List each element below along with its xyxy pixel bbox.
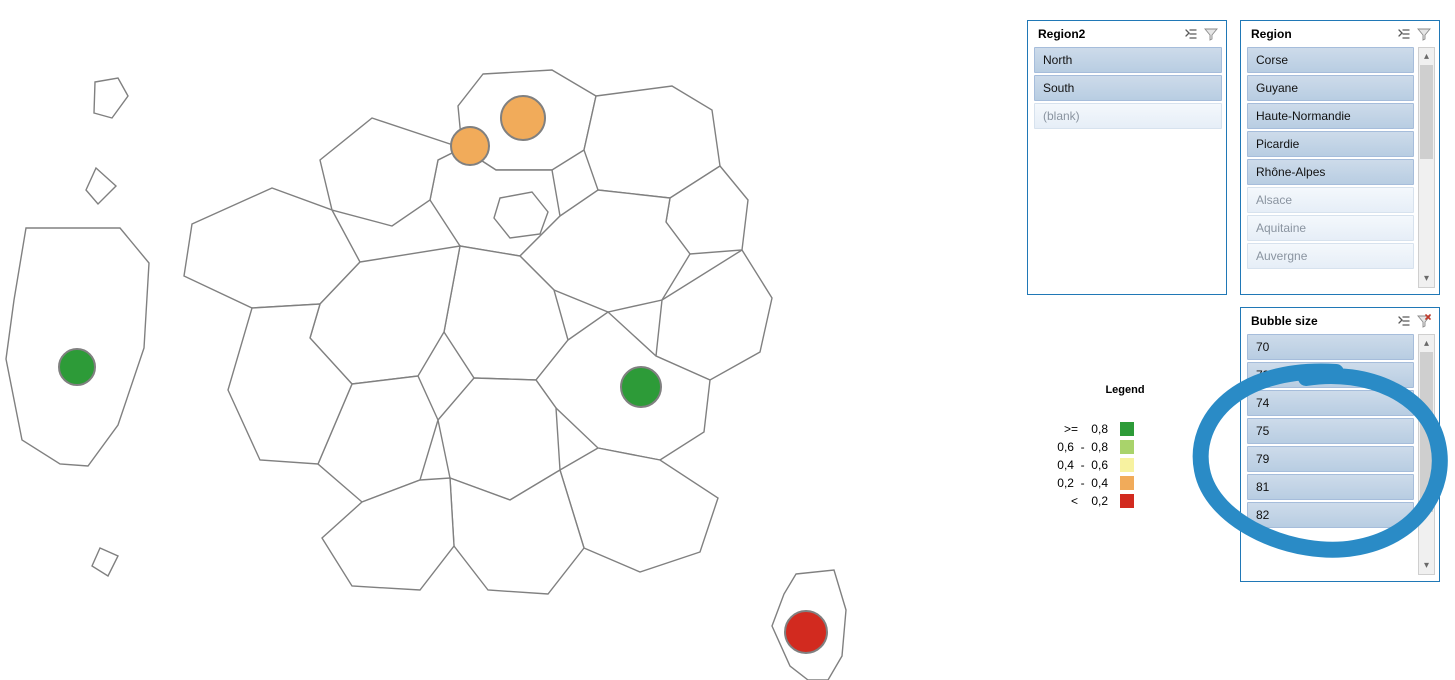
slicer-item[interactable]: 81 xyxy=(1247,474,1414,500)
multiselect-icon[interactable] xyxy=(1395,25,1413,43)
slicer-region: Region CorseGuyaneHaute-NormandiePicardi… xyxy=(1240,20,1440,295)
scroll-up-icon[interactable]: ▴ xyxy=(1419,48,1434,65)
legend-title: Legend xyxy=(1042,384,1208,396)
slicer-item[interactable]: 73 xyxy=(1247,362,1414,388)
map-chart xyxy=(0,0,1020,680)
legend-label: >= 0,8 xyxy=(1038,422,1120,436)
legend-label: < 0,2 xyxy=(1038,494,1120,508)
slicer-item[interactable]: Corse xyxy=(1247,47,1414,73)
slicer-item[interactable]: 75 xyxy=(1247,418,1414,444)
legend-row: 0,6 - 0,8 xyxy=(1038,438,1208,455)
bubble-picardie[interactable] xyxy=(501,96,545,140)
slicer-item[interactable]: 82 xyxy=(1247,502,1414,528)
slicer-item[interactable]: Haute-Normandie xyxy=(1247,103,1414,129)
legend-swatch xyxy=(1120,476,1134,490)
islet-west xyxy=(94,78,128,118)
scroll-up-icon[interactable]: ▴ xyxy=(1419,335,1434,352)
legend-swatch xyxy=(1120,440,1134,454)
bubble-haute-normandie[interactable] xyxy=(451,127,489,165)
legend-swatch xyxy=(1120,422,1134,436)
slicer-item[interactable]: Picardie xyxy=(1247,131,1414,157)
clear-filter-icon[interactable] xyxy=(1202,25,1220,43)
bubble-guyane[interactable] xyxy=(59,349,95,385)
slicer-item[interactable]: Alsace xyxy=(1247,187,1414,213)
legend-row: 0,2 - 0,4 xyxy=(1038,474,1208,491)
scroll-down-icon[interactable]: ▾ xyxy=(1419,270,1434,287)
slicer-title: Region xyxy=(1247,27,1393,41)
slicer-item[interactable]: Rhône-Alpes xyxy=(1247,159,1414,185)
slicer-item[interactable]: Guyane xyxy=(1247,75,1414,101)
legend-row: >= 0,8 xyxy=(1038,420,1208,437)
bubble-rh-ne-alpes[interactable] xyxy=(621,367,661,407)
slicer-header: Region xyxy=(1241,21,1439,47)
legend-swatch xyxy=(1120,458,1134,472)
scrollbar[interactable]: ▴ ▾ xyxy=(1418,334,1435,575)
legend: Legend >= 0,8 0,6 - 0,8 0,4 - 0,6 0,2 - 0,4… xyxy=(1038,384,1208,509)
legend-label: 0,2 - 0,4 xyxy=(1038,476,1120,490)
multiselect-icon[interactable] xyxy=(1395,312,1413,330)
slicer-title: Bubble size xyxy=(1247,314,1393,328)
slicer-item[interactable]: Auvergne xyxy=(1247,243,1414,269)
region-guyane xyxy=(6,228,149,466)
scrollbar[interactable]: ▴ ▾ xyxy=(1418,47,1435,288)
legend-label: 0,6 - 0,8 xyxy=(1038,440,1120,454)
legend-row: < 0,2 xyxy=(1038,492,1208,509)
slicer-item[interactable]: 79 xyxy=(1247,446,1414,472)
legend-label: 0,4 - 0,6 xyxy=(1038,458,1120,472)
scroll-down-icon[interactable]: ▾ xyxy=(1419,557,1434,574)
islet-west-2 xyxy=(86,168,116,204)
clear-filter-icon[interactable] xyxy=(1415,312,1433,330)
slicer-bubble-size: Bubble size 70737475798182 ▴ ▾ xyxy=(1240,307,1440,582)
legend-swatch xyxy=(1120,494,1134,508)
multiselect-icon[interactable] xyxy=(1182,25,1200,43)
legend-row: 0,4 - 0,6 xyxy=(1038,456,1208,473)
islet-south xyxy=(92,548,118,576)
slicer-item[interactable]: North xyxy=(1034,47,1222,73)
clear-filter-icon[interactable] xyxy=(1415,25,1433,43)
slicer-item[interactable]: Aquitaine xyxy=(1247,215,1414,241)
bubble-corse[interactable] xyxy=(785,611,827,653)
slicer-title: Region2 xyxy=(1034,27,1180,41)
slicer-header: Bubble size xyxy=(1241,308,1439,334)
workspace: Legend >= 0,8 0,6 - 0,8 0,4 - 0,6 0,2 - 0,4… xyxy=(0,0,1455,680)
slicer-header: Region2 xyxy=(1028,21,1226,47)
slicer-region2: Region2 NorthSouth(blank) xyxy=(1027,20,1227,295)
slicer-item[interactable]: 74 xyxy=(1247,390,1414,416)
slicer-item[interactable]: 70 xyxy=(1247,334,1414,360)
slicer-item[interactable]: South xyxy=(1034,75,1222,101)
slicer-item[interactable]: (blank) xyxy=(1034,103,1222,129)
